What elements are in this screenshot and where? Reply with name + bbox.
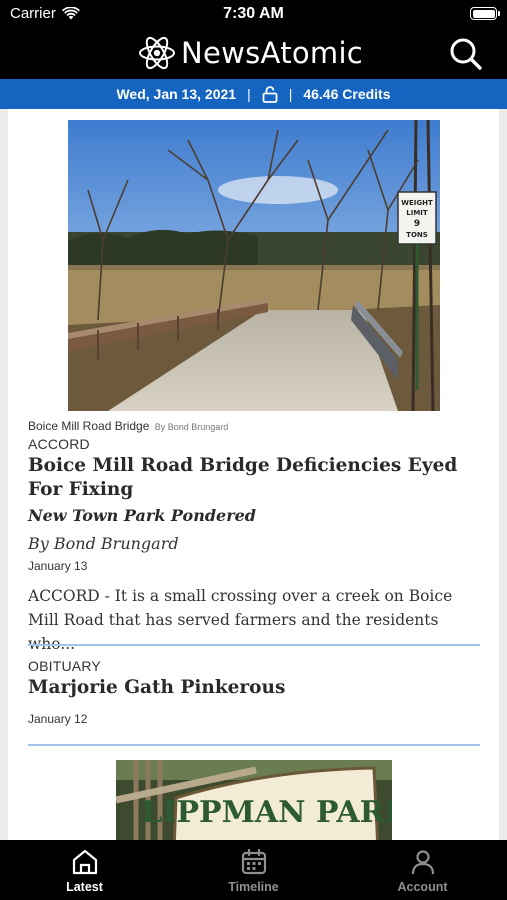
battery-icon (470, 7, 500, 20)
current-date: Wed, Jan 13, 2021 (116, 86, 237, 102)
sign-text: TONS (406, 231, 428, 239)
article-headline[interactable]: Marjorie Gath Pinkerous (28, 676, 478, 700)
divider (28, 744, 480, 746)
article-image-bridge[interactable]: WEIGHT LIMIT 9 TONS (68, 120, 440, 411)
tab-timeline[interactable]: Timeline (169, 840, 338, 900)
article-image-park-sign[interactable]: LIPPMAN PARK (116, 760, 392, 840)
separator: | (288, 86, 293, 102)
app-header: NewsAtomic (0, 30, 507, 79)
article-subheadline: New Town Park Pondered (28, 506, 256, 525)
article-headline[interactable]: Boice Mill Road Bridge Deficiencies Eyed… (28, 454, 478, 502)
info-bar: Wed, Jan 13, 2021 | | 46.46 Credits (0, 79, 507, 109)
separator: | (247, 86, 251, 102)
unlock-icon[interactable] (262, 85, 278, 103)
sign-text: WEIGHT (401, 199, 433, 207)
divider (28, 644, 480, 646)
person-icon (411, 850, 434, 875)
status-bar: Carrier 7:30 AM (0, 0, 507, 30)
credits-balance[interactable]: 46.46 Credits (303, 86, 390, 102)
clock: 7:30 AM (223, 5, 284, 22)
atom-icon (139, 36, 175, 70)
article-feed[interactable]: WEIGHT LIMIT 9 TONS Boice Mill Road Brid… (0, 109, 507, 840)
caption-text: Boice Mill Road Bridge (28, 419, 150, 433)
logo-text: NewsAtomic (181, 36, 364, 70)
article-byline: By Bond Brungard (28, 534, 179, 553)
calendar-icon (241, 848, 266, 875)
battery-fill (472, 9, 495, 18)
search-icon[interactable] (449, 37, 483, 71)
tab-label: Latest (66, 880, 103, 894)
article-section[interactable]: OBITUARY (28, 658, 101, 674)
app-logo[interactable]: NewsAtomic (137, 33, 363, 73)
article-section[interactable]: ACCORD (28, 436, 90, 452)
tab-account[interactable]: Account (338, 840, 507, 900)
photo-credit: By Bond Brungard (154, 422, 229, 432)
tab-label: Account (397, 880, 448, 894)
sign-text: 9 (414, 219, 420, 229)
article-date: January 12 (28, 712, 88, 726)
article-card: WEIGHT LIMIT 9 TONS Boice Mill Road Brid… (8, 109, 499, 840)
sign-text: LIPPMAN PARK (141, 795, 392, 830)
article-date: January 13 (28, 559, 88, 573)
sign-text: LIMIT (406, 209, 428, 217)
tab-latest[interactable]: Latest (0, 840, 169, 900)
tab-bar: Latest Timeline Account (0, 840, 507, 900)
tab-label: Timeline (228, 880, 279, 894)
image-caption: Boice Mill Road Bridge By Bond Brungard (28, 419, 228, 433)
home-icon (72, 849, 97, 875)
